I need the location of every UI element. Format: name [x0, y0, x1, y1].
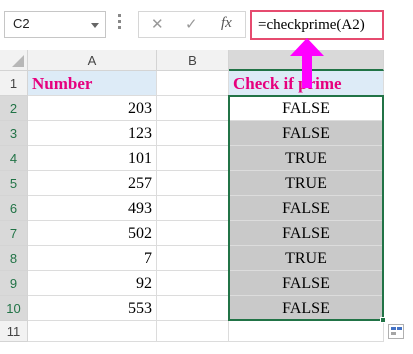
- arrow-pointer-icon: [290, 38, 324, 88]
- result-cell[interactable]: TRUE: [229, 146, 384, 171]
- empty-cell[interactable]: [157, 146, 229, 171]
- number-cell[interactable]: 7: [28, 246, 157, 271]
- number-cell[interactable]: 553: [28, 296, 157, 321]
- cancel-icon[interactable]: ✕: [151, 15, 164, 33]
- formula-bar: C2 ✕ ✓ fx =checkprime(A2): [0, 0, 413, 50]
- drag-handle-icon[interactable]: [118, 14, 122, 34]
- formula-text: =checkprime(A2): [258, 17, 365, 33]
- number-cell[interactable]: 502: [28, 221, 157, 246]
- header-cell-number[interactable]: Number: [28, 71, 157, 96]
- empty-cell[interactable]: [157, 96, 229, 121]
- formula-buttons: ✕ ✓ fx: [138, 11, 246, 38]
- name-box[interactable]: C2: [4, 11, 106, 38]
- empty-cell[interactable]: [157, 221, 229, 246]
- result-cell[interactable]: FALSE: [229, 121, 384, 146]
- number-cell[interactable]: 203: [28, 96, 157, 121]
- number-cell[interactable]: 92: [28, 271, 157, 296]
- chevron-down-icon[interactable]: [91, 23, 99, 28]
- fill-handle[interactable]: [380, 317, 386, 323]
- select-all-icon: [12, 55, 24, 67]
- result-cell[interactable]: FALSE: [229, 296, 384, 321]
- result-cell[interactable]: TRUE: [229, 246, 384, 271]
- row-header-3[interactable]: 3: [0, 121, 28, 146]
- name-box-value: C2: [13, 16, 30, 31]
- empty-cell[interactable]: [157, 246, 229, 271]
- row-header-8[interactable]: 8: [0, 246, 28, 271]
- row-header-2[interactable]: 2: [0, 96, 28, 121]
- row-header-4[interactable]: 4: [0, 146, 28, 171]
- row-header-6[interactable]: 6: [0, 196, 28, 221]
- row-header-10[interactable]: 10: [0, 296, 28, 321]
- enter-icon[interactable]: ✓: [185, 15, 198, 33]
- row-header-1[interactable]: 1: [0, 71, 28, 96]
- empty-cell[interactable]: [157, 296, 229, 321]
- number-cell[interactable]: 493: [28, 196, 157, 221]
- result-cell[interactable]: FALSE: [229, 271, 384, 296]
- insert-function-icon[interactable]: fx: [221, 15, 232, 32]
- row-header-11[interactable]: 11: [0, 321, 28, 342]
- quick-analysis-icon[interactable]: [388, 324, 404, 339]
- empty-cell[interactable]: [229, 321, 384, 342]
- result-cell[interactable]: TRUE: [229, 171, 384, 196]
- row-header-7[interactable]: 7: [0, 221, 28, 246]
- empty-cell[interactable]: [28, 321, 157, 342]
- empty-cell[interactable]: [157, 121, 229, 146]
- result-cell[interactable]: FALSE: [229, 96, 384, 121]
- empty-cell[interactable]: [157, 271, 229, 296]
- empty-cell[interactable]: [157, 171, 229, 196]
- cell-b1[interactable]: [157, 71, 229, 96]
- empty-cell[interactable]: [157, 196, 229, 221]
- number-cell[interactable]: 257: [28, 171, 157, 196]
- column-header-b[interactable]: B: [157, 50, 229, 71]
- row-header-9[interactable]: 9: [0, 271, 28, 296]
- number-cell[interactable]: 123: [28, 121, 157, 146]
- formula-input[interactable]: =checkprime(A2): [250, 10, 384, 40]
- select-all-corner[interactable]: [0, 50, 28, 71]
- empty-cell[interactable]: [157, 321, 229, 342]
- result-cell[interactable]: FALSE: [229, 221, 384, 246]
- row-header-5[interactable]: 5: [0, 171, 28, 196]
- result-cell[interactable]: FALSE: [229, 196, 384, 221]
- number-cell[interactable]: 101: [28, 146, 157, 171]
- column-header-a[interactable]: A: [28, 50, 157, 71]
